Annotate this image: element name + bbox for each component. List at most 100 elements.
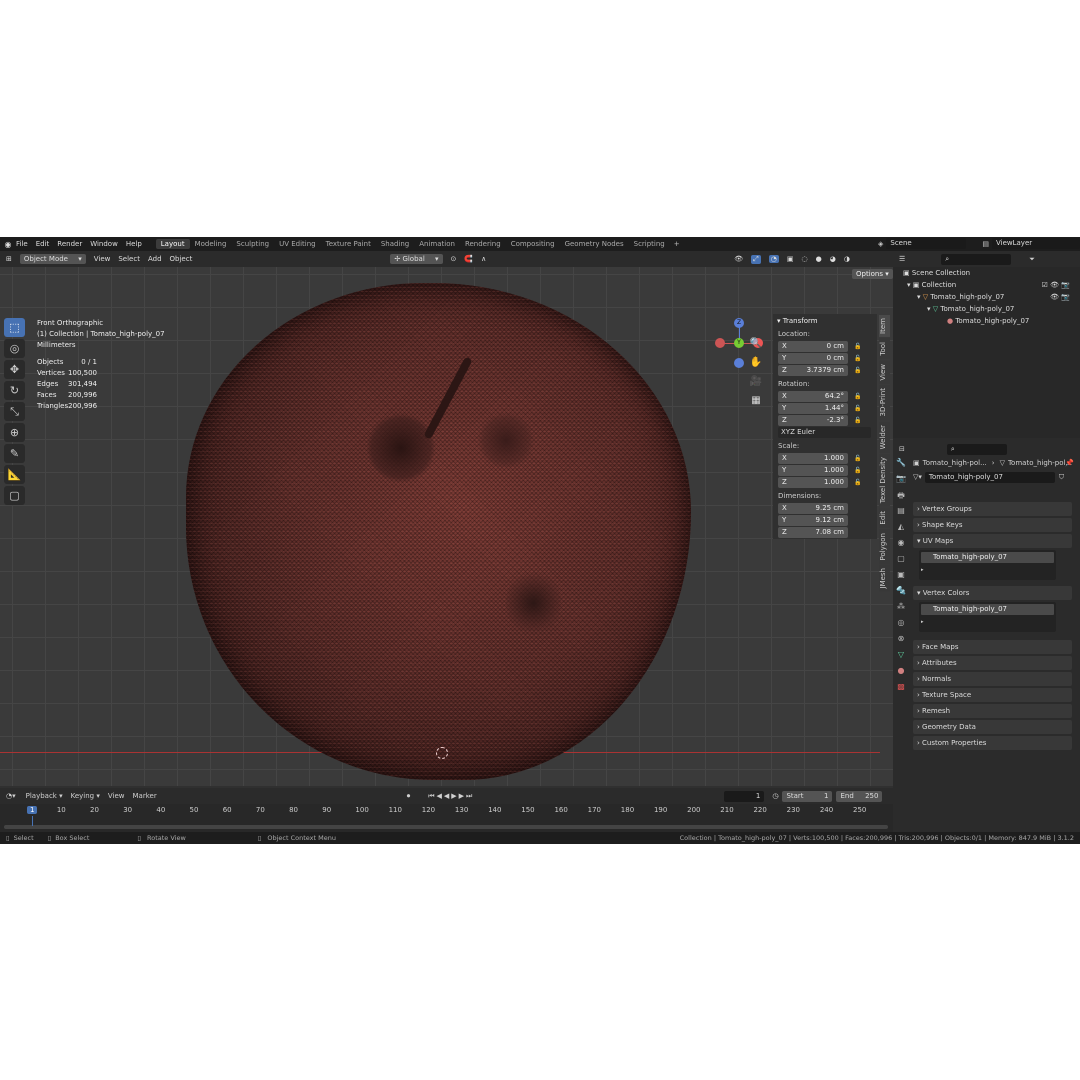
grid-view-icon[interactable]: ▦ [748,395,764,411]
filter-icon[interactable]: ⏷ [1029,255,1035,264]
pivot-icon[interactable]: ⊙ [451,255,457,263]
snap-icon[interactable]: 🧲 [464,255,473,263]
tab-rendering[interactable]: Rendering [460,239,506,249]
properties-editor-icon[interactable]: ⊟ [899,445,905,453]
location-y-field[interactable]: Y 0 cm [778,353,848,364]
lock-icon[interactable]: 🔓 [854,367,864,374]
scale-y-field[interactable]: Y 1.000 [778,465,848,476]
timeline-scrollbar[interactable] [4,825,888,829]
lock-icon[interactable]: 🔓 [854,467,864,474]
render-props-icon[interactable]: 📷 [895,474,907,486]
vertex-color-list[interactable]: Tomato_high-poly_07 ▸ [919,602,1056,632]
rotation-y-field[interactable]: Y 1.44° [778,403,848,414]
tab-sculpting[interactable]: Sculpting [231,239,274,249]
uv-map-item[interactable]: Tomato_high-poly_07 [921,552,1054,563]
scale-z-field[interactable]: Z 1.000 [778,477,848,488]
shading-wireframe-icon[interactable]: ◌ [801,255,807,263]
outliner-scene-collection[interactable]: ▣ Scene Collection [893,267,1080,279]
view-menu[interactable]: View [94,255,111,263]
fake-user-icon[interactable]: ⛉ [1059,473,1064,482]
tab-uv-editing[interactable]: UV Editing [274,239,321,249]
timeline-view-menu[interactable]: View [108,792,125,800]
add-cube-tool-icon[interactable]: ▢ [4,486,25,505]
rotation-z-field[interactable]: Z -2.3° [778,415,848,426]
uv-map-list[interactable]: Tomato_high-poly_07 ▸ [919,550,1056,580]
properties-search[interactable]: ⌕ [946,443,1007,455]
tab-compositing[interactable]: Compositing [506,239,560,249]
scale-x-field[interactable]: X 1.000 [778,453,848,464]
sidebar-tab-tool[interactable]: Tool [879,338,890,359]
section-custom-properties[interactable]: › Custom Properties [913,736,1072,750]
tab-shading[interactable]: Shading [376,239,414,249]
section-normals[interactable]: › Normals [913,672,1072,686]
outliner-search[interactable]: ⌕ [941,253,1012,265]
keying-menu[interactable]: Keying ▾ [71,792,100,800]
dimensions-x-field[interactable]: X 9.25 cm [778,503,848,514]
overlay-toggle-icon[interactable]: ◔ [768,255,779,263]
section-remesh[interactable]: › Remesh [913,704,1072,718]
gizmo-z-axis[interactable]: Z [734,318,744,328]
view-layer-field[interactable]: ViewLayer [992,238,1080,249]
section-uv-maps[interactable]: ▾ UV Maps [913,534,1072,548]
rotation-x-field[interactable]: X 64.2° [778,391,848,402]
move-tool-icon[interactable]: ✥ [4,360,25,379]
mesh-name-field[interactable]: Tomato_high-poly_07 [924,471,1055,483]
vertex-color-item[interactable]: Tomato_high-poly_07 [921,604,1054,615]
sidebar-tab-item[interactable]: Item [879,315,890,337]
section-shape-keys[interactable]: › Shape Keys [913,518,1072,532]
lock-icon[interactable]: 🔓 [854,355,864,362]
playhead-line[interactable] [32,816,33,826]
add-menu[interactable]: Add [148,255,162,263]
lock-icon[interactable]: 🔓 [854,343,864,350]
dimensions-y-field[interactable]: Y 9.12 cm [778,515,848,526]
sidebar-tab-welder[interactable]: Welder [879,421,890,453]
end-frame-field[interactable]: End 250 [836,790,883,802]
measure-tool-icon[interactable]: 📐 [4,465,25,484]
tab-texture-paint[interactable]: Texture Paint [321,239,376,249]
section-vertex-colors[interactable]: ▾ Vertex Colors [913,586,1072,600]
menu-render[interactable]: Render [57,240,82,248]
playback-controls-icon[interactable]: ⏮◀◀▶▶⏭ [428,792,474,801]
location-z-field[interactable]: Z 3.7379 cm [778,365,848,376]
visibility-icon[interactable]: 👁 [734,255,743,263]
sidebar-tab-texel-density[interactable]: Texel Density [879,454,890,507]
record-icon[interactable]: ⏺ [407,792,411,801]
section-texture-space[interactable]: › Texture Space [913,688,1072,702]
clock-icon[interactable]: ◷ [772,792,778,800]
sidebar-tab-edit[interactable]: Edit [879,508,890,528]
start-frame-field[interactable]: Start 1 [782,790,833,802]
select-tool-icon[interactable]: ⬚ [4,318,25,337]
options-dropdown[interactable]: Options ▾ [852,269,893,279]
gizmo-neg-x-axis[interactable] [715,338,725,348]
tab-geometry-nodes[interactable]: Geometry Nodes [560,239,629,249]
menu-window[interactable]: Window [90,240,118,248]
3d-viewport[interactable]: ⬚ ◎ ✥ ↻ ⤡ ⊕ ✎ 📐 ▢ Front Orthographic (1)… [0,267,893,786]
rotate-tool-icon[interactable]: ↻ [4,381,25,400]
section-vertex-groups[interactable]: › Vertex Groups [913,502,1072,516]
section-attributes[interactable]: › Attributes [913,656,1072,670]
xray-icon[interactable]: ▣ [787,255,794,263]
outliner-mesh-data[interactable]: ▾ ▽ Tomato_high-poly_07 [893,303,1080,315]
lock-icon[interactable]: 🔓 [854,455,864,462]
section-face-maps[interactable]: › Face Maps [913,640,1072,654]
outliner-material[interactable]: ● Tomato_high-poly_07 [893,315,1080,327]
mesh-browse-icon[interactable]: ▽▾ [913,473,922,481]
timeline-ruler[interactable]: 1 10 20 30 40 50 60 70 80 90 100 110 120 130 140 150 160… [0,804,893,832]
tab-animation[interactable]: Animation [414,239,460,249]
menu-edit[interactable]: Edit [36,240,50,248]
list-expand-icon[interactable]: ▸ [921,567,1054,573]
marker-menu[interactable]: Marker [133,792,157,800]
current-frame-field[interactable]: 1 [724,790,765,802]
gizmo-toggle-icon[interactable]: ⤢ [751,254,761,264]
tab-layout[interactable]: Layout [155,239,190,249]
blender-logo-icon[interactable]: ◉ [0,240,16,249]
transform-header[interactable]: ▾ Transform [773,314,877,328]
gizmo-y-axis[interactable]: Y [734,338,744,348]
lock-icon[interactable]: 🔓 [854,417,864,424]
sidebar-tab-jmesh[interactable]: JMesh [879,565,890,592]
shading-solid-icon[interactable]: ● [816,255,822,263]
scene-field[interactable]: Scene [886,238,967,249]
proportional-icon[interactable]: ∧ [481,255,486,263]
section-geometry-data[interactable]: › Geometry Data [913,720,1072,734]
tool-props-icon[interactable]: 🔧 [895,458,907,470]
